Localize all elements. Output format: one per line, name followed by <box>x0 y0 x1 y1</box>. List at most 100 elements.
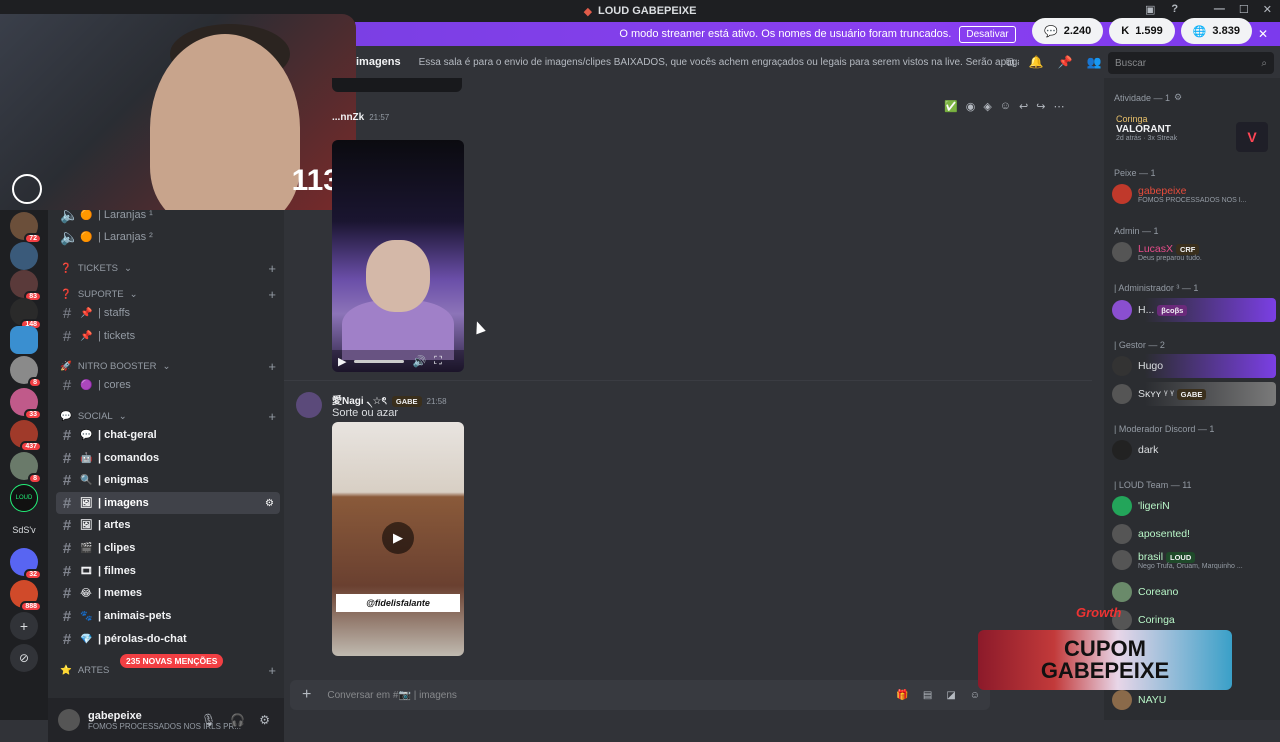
channel-comandos[interactable]: # 🤖 | comandos <box>56 447 280 469</box>
channel-laranjas-2[interactable]: 🔈 🟠 | Laranjas ² <box>56 226 280 248</box>
add-channel-icon[interactable]: + <box>268 359 276 374</box>
server-icon[interactable]: 437 <box>10 420 42 452</box>
server-icon[interactable]: 888 <box>10 580 42 612</box>
channel-chat-geral[interactable]: # 💬 | chat-geral <box>56 424 280 446</box>
server-sdsv[interactable]: SdS'v <box>10 516 38 544</box>
member-item[interactable]: brasil LOUD Nego Trufa, Oruam, Marquinho … <box>1112 548 1276 572</box>
server-icon[interactable] <box>10 242 38 270</box>
add-channel-icon[interactable]: + <box>268 287 276 302</box>
gear-icon[interactable]: ⚙ <box>259 713 270 727</box>
add-channel-icon[interactable]: + <box>268 663 276 678</box>
member-item[interactable]: NAYU <box>1112 688 1276 712</box>
discover-icon[interactable]: ⊘ <box>10 644 38 672</box>
member-status: Deus preparou tudo. <box>1138 254 1202 262</box>
video-attachment[interactable]: ▶ 🔊 ⛶ <box>332 140 464 372</box>
forward-icon[interactable]: ↪ <box>1036 100 1045 113</box>
add-channel-icon[interactable]: + <box>268 409 276 424</box>
server-icon[interactable]: 8 <box>10 356 42 388</box>
channel-animais-pets[interactable]: # 🐾 | animais-pets <box>56 605 280 627</box>
member-item[interactable]: aposented! <box>1112 522 1276 546</box>
gif-icon[interactable]: ▤ <box>923 690 932 701</box>
channel-artes[interactable]: # 🖼 | artes <box>56 514 280 536</box>
add-server-icon[interactable]: + <box>10 612 38 640</box>
members-icon[interactable]: 👥 <box>1086 55 1101 70</box>
server-loud[interactable]: LOUD <box>10 484 38 512</box>
member-item[interactable]: H... βcoβs <box>1112 298 1276 322</box>
server-icon[interactable]: 72 <box>10 212 42 244</box>
gear-icon[interactable]: ⚙ <box>1174 92 1182 103</box>
channel-perolas-do-chat[interactable]: # 💎 | pérolas-do-chat <box>56 628 280 650</box>
disable-streamer-mode-button[interactable]: Desativar <box>959 25 1016 43</box>
channel-staffs[interactable]: # 📌 | staffs <box>56 302 280 324</box>
bell-icon[interactable]: 🔔 <box>1029 55 1044 70</box>
video-attachment[interactable]: ▶ @fidelisfalante <box>332 422 464 656</box>
member-item[interactable]: Coreano <box>1112 580 1276 604</box>
threads-icon[interactable]: ⧉ <box>1006 55 1015 70</box>
channel-imagens[interactable]: # 🖼 | imagens ⚙ <box>56 492 280 514</box>
channel-topic[interactable]: Essa sala é para o envio de imagens/clip… <box>419 57 1019 68</box>
pin-icon[interactable]: 📌 <box>1058 55 1073 70</box>
server-icon[interactable]: 33 <box>10 388 42 420</box>
video-progress[interactable] <box>354 359 405 363</box>
avatar <box>1112 440 1132 460</box>
play-icon[interactable]: ▶ <box>382 522 414 554</box>
settings-icon[interactable]: ⚙ <box>265 498 274 509</box>
sticker-icon[interactable]: ◪ <box>946 690 955 701</box>
search-input[interactable]: Buscar ⌕ <box>1108 52 1274 74</box>
category-suporte[interactable]: ❓ SUPORTE ⌄ + <box>60 286 276 302</box>
inbox-icon[interactable]: ▣ <box>1145 3 1155 16</box>
hash-icon: # <box>62 584 72 602</box>
server-icon[interactable] <box>10 326 38 354</box>
server-icon[interactable]: 83 <box>10 270 42 302</box>
member-group-title: | Gestor — 2 <box>1114 340 1165 350</box>
avatar[interactable] <box>58 709 80 731</box>
message-author[interactable]: ...nnZk <box>332 112 364 123</box>
help-icon[interactable]: ? <box>1171 3 1178 16</box>
banner-close-icon[interactable]: ✕ <box>1258 27 1268 41</box>
reply-icon[interactable]: ↩ <box>1019 100 1028 113</box>
member-item[interactable]: dark <box>1112 438 1276 462</box>
more-icon[interactable]: ⋯ <box>1053 100 1064 113</box>
volume-icon[interactable]: 🔊 <box>412 355 426 368</box>
member-item[interactable]: LucasX CRF Deus preparou tudo. <box>1112 240 1276 264</box>
avatar[interactable] <box>296 392 322 418</box>
gift-icon[interactable]: 🎁 <box>896 690 908 701</box>
channel-enigmas[interactable]: # 🔍 | enigmas <box>56 469 280 491</box>
emoji-icon[interactable]: ☺ <box>970 690 980 701</box>
add-reaction-icon[interactable]: ☺ <box>1000 100 1011 113</box>
channel-filmes[interactable]: # 🎞 | filmes <box>56 560 280 582</box>
add-channel-icon[interactable]: + <box>268 261 276 276</box>
member-item[interactable]: Coringa <box>1112 608 1276 632</box>
member-item[interactable]: Hugo <box>1112 354 1276 378</box>
headphones-icon[interactable]: 🎧 <box>230 713 245 727</box>
reaction-icon[interactable]: ◈ <box>983 100 991 113</box>
channel-memes[interactable]: # 😂 | memes <box>56 582 280 604</box>
server-icon[interactable]: 148 <box>10 298 42 330</box>
category-nitro-booster[interactable]: 🚀 NITRO BOOSTER ⌄ + <box>60 358 276 374</box>
hash-icon: # <box>62 516 72 534</box>
member-item[interactable]: 'ligeriN <box>1112 494 1276 518</box>
channel-clipes[interactable]: # 🎬 | clipes <box>56 537 280 559</box>
attach-icon[interactable]: + <box>302 686 311 704</box>
fullscreen-icon[interactable]: ⛶ <box>434 355 442 368</box>
member-item[interactable]: Sĸʏʏ ᵞ ᵞ GABE <box>1112 382 1276 406</box>
channel-cores[interactable]: # 🟣 | cores <box>56 374 280 396</box>
minimize-button[interactable]: — <box>1214 3 1225 16</box>
category-tickets[interactable]: ❓ TICKETS ⌄ + <box>60 260 276 276</box>
server-icon[interactable]: 8 <box>10 452 42 484</box>
maximize-button[interactable]: ☐ <box>1239 3 1249 16</box>
category-social[interactable]: 💬 SOCIAL ⌄ + <box>60 408 276 424</box>
new-mentions-pill[interactable]: 235 NOVAS MENÇÕES <box>120 654 224 668</box>
reaction-icon[interactable]: ◉ <box>966 100 976 113</box>
microphone-icon[interactable]: 🎙 <box>201 713 216 727</box>
channel-tickets[interactable]: # 📌 | tickets <box>56 325 280 347</box>
play-icon[interactable]: ▶ <box>338 355 346 368</box>
server-icon[interactable]: 32 <box>10 548 42 580</box>
close-window-button[interactable]: ✕ <box>1263 3 1272 16</box>
reaction-check-icon[interactable]: ✅ <box>944 100 958 113</box>
member-item[interactable]: gabepeixe FOMOS PROCESSADOS NOS I... <box>1112 182 1276 206</box>
previous-media[interactable] <box>332 78 462 92</box>
message-composer[interactable]: + Conversar em #📷 | imagens 🎁 ▤ ◪ ☺ <box>290 680 990 710</box>
channel-name: imagens <box>356 56 401 68</box>
chevron-down-icon: ⌄ <box>118 410 127 422</box>
